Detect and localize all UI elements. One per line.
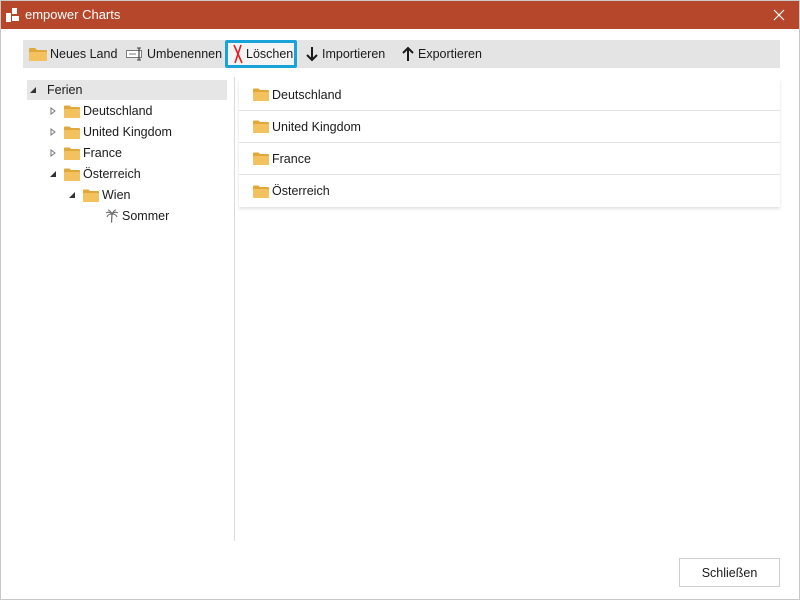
pane-divider [234, 77, 235, 541]
window-close-button[interactable] [759, 1, 799, 29]
arrow-up-icon [401, 46, 415, 62]
tree-item-united-kingdom[interactable]: United Kingdom [47, 122, 172, 142]
folder-icon [83, 189, 99, 202]
tree-item-label: United Kingdom [83, 125, 172, 139]
import-label: Importieren [322, 47, 386, 61]
export-label: Exportieren [418, 47, 482, 61]
expanded-triangle-icon [27, 84, 39, 96]
import-button[interactable]: Importieren [305, 40, 385, 68]
tree-item-label: Deutschland [83, 104, 153, 118]
rename-icon [126, 47, 144, 61]
tree-item-wien[interactable]: Wien [66, 185, 130, 205]
export-button[interactable]: Exportieren [401, 40, 482, 68]
expanded-triangle-icon [66, 189, 78, 201]
tree-item-sommer[interactable]: Sommer [105, 206, 169, 226]
folder-icon [253, 88, 269, 101]
folder-icon [29, 47, 47, 61]
tree-item-label: Sommer [122, 209, 170, 223]
list-item-label: Deutschland [272, 87, 342, 102]
list-item-oesterreich[interactable]: Österreich [239, 175, 780, 207]
arrow-down-icon [305, 46, 319, 62]
list-item-france[interactable]: France [239, 143, 780, 175]
folder-icon [64, 147, 80, 160]
folder-icon [253, 185, 269, 198]
new-country-button[interactable]: Neues Land [29, 40, 117, 68]
list-item-label: United Kingdom [272, 119, 361, 134]
rename-button[interactable]: Umbenennen [126, 40, 222, 68]
title-bar: empower Charts [1, 1, 799, 29]
toolbar: Neues Land Umbenennen Löschen Importiere… [23, 40, 780, 68]
rename-label: Umbenennen [147, 47, 223, 61]
tree-item-deutschland[interactable]: Deutschland [47, 101, 153, 121]
collapsed-triangle-icon [47, 147, 59, 159]
folder-icon [253, 152, 269, 165]
close-dialog-label: Schließen [701, 565, 758, 580]
expanded-triangle-icon [47, 168, 59, 180]
list-item-label: Österreich [272, 184, 330, 198]
close-icon [773, 9, 785, 21]
list-item-united-kingdom[interactable]: United Kingdom [239, 111, 780, 143]
list-item-deutschland[interactable]: Deutschland [239, 79, 780, 111]
list-item-label: France [272, 151, 311, 166]
close-dialog-button[interactable]: Schließen [679, 558, 780, 587]
delete-x-icon [233, 44, 243, 64]
folder-icon [64, 168, 80, 181]
delete-label: Löschen [246, 47, 294, 61]
folder-icon [64, 126, 80, 139]
folder-icon [253, 120, 269, 133]
window-title: empower Charts [25, 7, 121, 22]
tree-item-label: Ferien [47, 83, 83, 97]
delete-button[interactable]: Löschen [225, 40, 297, 68]
folder-icon [64, 105, 80, 118]
content-list: Deutschland United Kingdom France Österr… [239, 79, 780, 207]
tree-item-oesterreich[interactable]: Österreich [47, 164, 141, 184]
tree-item-label: Österreich [83, 167, 141, 181]
app-logo-icon [5, 7, 21, 23]
palm-tree-icon [105, 209, 119, 223]
collapsed-triangle-icon [47, 126, 59, 138]
dialog-window: empower Charts Neues Land Umbenennen Lös… [0, 0, 800, 600]
new-country-label: Neues Land [50, 47, 118, 61]
tree-view: Ferien Deutschland United Kingdom France… [23, 77, 234, 541]
tree-item-root[interactable]: Ferien [27, 80, 227, 100]
tree-item-france[interactable]: France [47, 143, 122, 163]
tree-item-label: France [83, 146, 122, 160]
tree-item-label: Wien [102, 188, 131, 202]
collapsed-triangle-icon [47, 105, 59, 117]
